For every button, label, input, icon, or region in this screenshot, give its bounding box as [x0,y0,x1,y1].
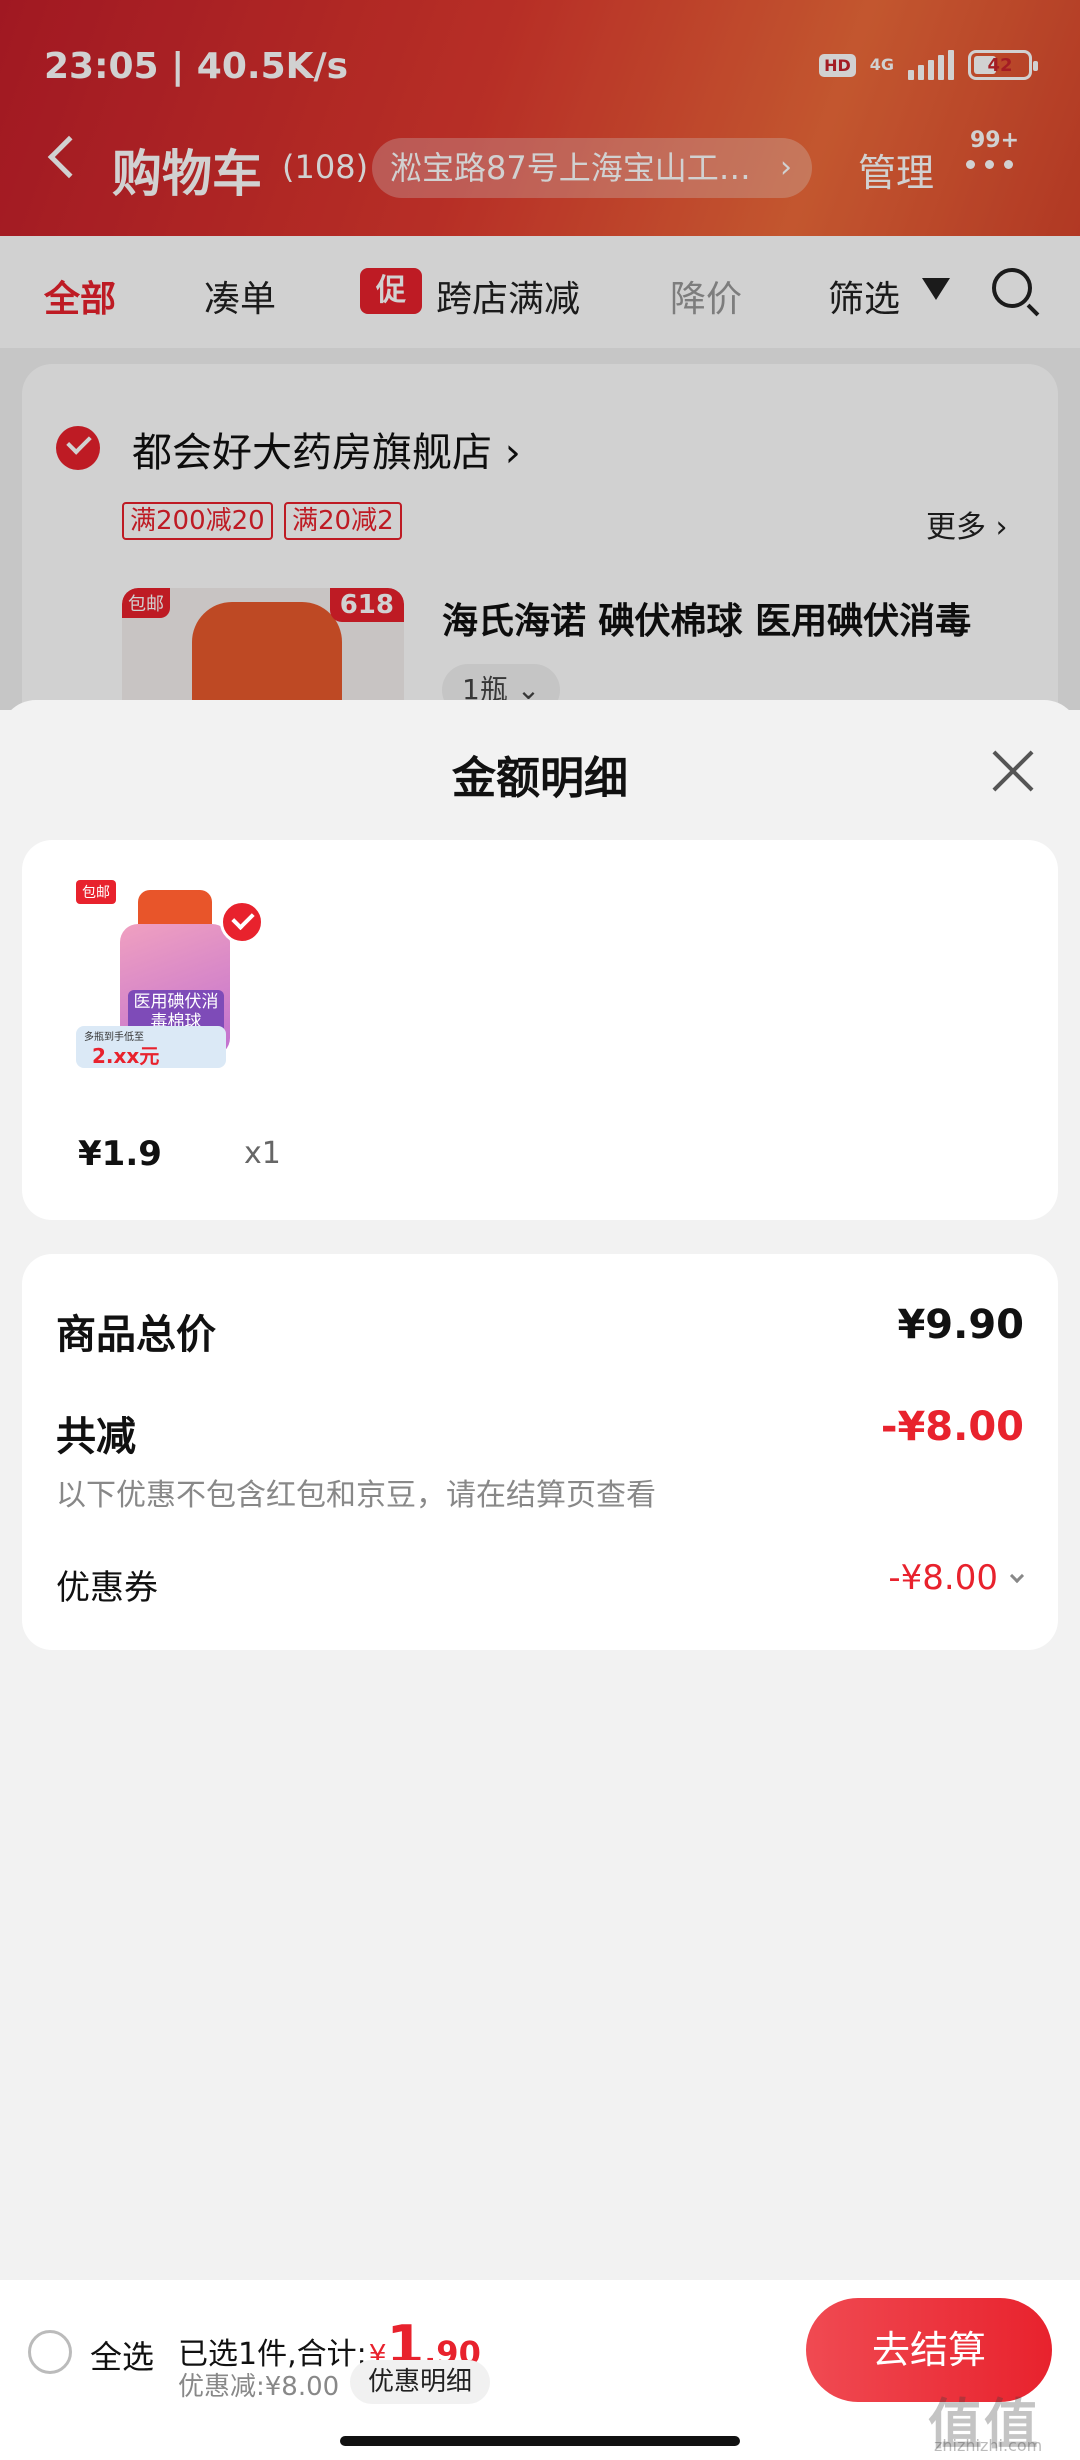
total-reduction-value: -¥8.00 [880,1404,1024,1450]
select-all-label[interactable]: 全选 [90,2332,154,2378]
select-all-checkbox[interactable] [28,2330,72,2374]
sheet-title: 金额明细 [452,753,628,804]
coupon-label: 优惠券 [56,1568,158,1608]
close-icon[interactable] [990,748,1036,794]
promo-price-tag: 多瓶到手低至 2.xx元 [76,1026,226,1068]
discount-amount: 优惠减:¥8.00 [178,2372,340,2402]
chevron-down-icon [1009,1568,1025,1584]
discount-note: 以下优惠不包含红包和京豆，请在结算页查看 [56,1478,656,1513]
coupon-value[interactable]: -¥8.00 [888,1558,1025,1598]
item-quantity: x1 [244,1136,281,1171]
discount-detail-button[interactable]: 优惠明细 [350,2360,491,2404]
item-price: ¥1.9 [78,1134,162,1174]
dim-overlay[interactable] [0,0,1080,710]
home-indicator[interactable] [340,2436,740,2446]
total-reduction-label: 共减 [56,1414,136,1460]
selected-check-icon [220,900,264,944]
site-watermark-url: zhizhizhi.com [934,2436,1043,2455]
free-shipping-tag: 包邮 [76,880,116,904]
total-price-label: 商品总价 [56,1312,216,1358]
total-price-value: ¥9.90 [897,1302,1024,1348]
item-thumbnail[interactable]: 医用碘伏消毒棉球 包邮 多瓶到手低至 2.xx元 [76,880,266,1080]
